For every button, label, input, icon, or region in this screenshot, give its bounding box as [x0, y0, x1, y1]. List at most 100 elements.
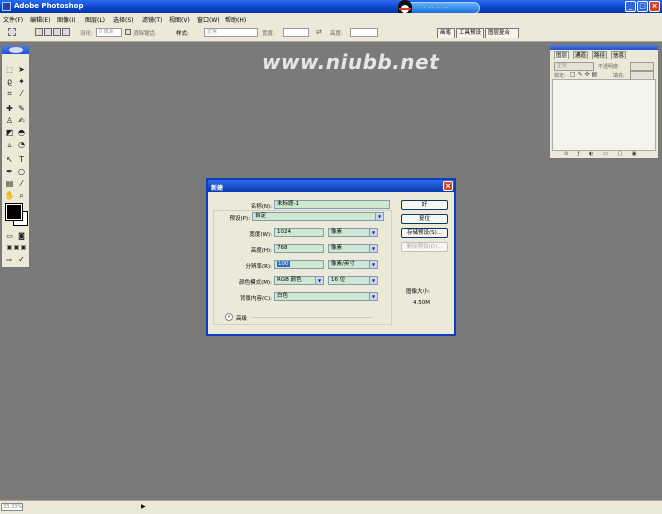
well-tab-brushes[interactable]: 画笔 — [437, 28, 455, 38]
marquee-icon[interactable]: ⬚ — [4, 65, 15, 75]
new-selection-icon[interactable] — [35, 28, 43, 36]
style-label: 样式: — [176, 31, 189, 37]
options-bar: 羽化: 0 像素 消除锯齿 样式: 正常 宽度: ⇄ 高度: 画笔 工具预设 图… — [0, 24, 662, 42]
ok-button[interactable]: 好 — [401, 200, 448, 210]
watermark-text: www.niubb.net — [262, 50, 440, 74]
minimize-button[interactable]: _ — [625, 1, 636, 12]
screen-mode-full-icon[interactable]: ▣ — [18, 243, 29, 253]
app-title-bar: Adobe Photoshop _ □ × — [0, 0, 662, 13]
resolution-label: 分辨率(R): — [245, 264, 272, 270]
crop-icon[interactable]: ⌗ — [4, 89, 15, 99]
name-input[interactable]: 未标题-1 — [274, 200, 390, 209]
color-mode-label: 颜色模式(M): — [239, 280, 272, 286]
save-preset-button[interactable]: 存储预设(S)... — [401, 228, 448, 238]
height-input[interactable] — [350, 28, 378, 37]
advanced-expand-icon[interactable]: » — [225, 313, 233, 321]
healing-brush-icon[interactable]: ✚ — [4, 104, 15, 114]
resolution-input[interactable]: 100 — [274, 260, 324, 269]
tab-paths[interactable]: 路径 — [592, 51, 608, 59]
blur-icon[interactable]: ▵ — [4, 140, 15, 150]
lock-icons[interactable]: □ ✎ ✣ ▤ — [570, 71, 597, 78]
type-icon[interactable]: T — [16, 155, 27, 165]
toolbox: ⬚ ➤ ϱ ✦ ⌗ ⁄ ✚ ✎ ♙ ✍ ◩ ◓ ▵ ◔ ↖ T ✒ ○ ▤ ⁄ … — [1, 45, 30, 268]
height-input[interactable]: 768 — [274, 244, 324, 253]
dodge-icon[interactable]: ◔ — [16, 140, 27, 150]
width-unit-select[interactable]: 像素 ▼ — [328, 228, 378, 237]
shape-icon[interactable]: ○ — [16, 167, 27, 177]
eyedropper-icon[interactable]: ⁄ — [16, 179, 27, 189]
marquee-tool-preset-icon[interactable] — [8, 28, 16, 36]
well-tab-layer-comps[interactable]: 图层复合 — [485, 28, 519, 38]
layer-action-icons[interactable]: ⊙ ƒ ◐ ▭ ▢ ▣ — [564, 151, 640, 157]
history-brush-icon[interactable]: ✍ — [16, 116, 27, 126]
app-title: Adobe Photoshop — [14, 2, 84, 10]
menu-edit[interactable]: 编辑(E) — [30, 15, 50, 24]
bit-depth-select[interactable]: 16 位 ▼ — [328, 276, 378, 285]
toolbox-header[interactable] — [2, 46, 29, 54]
layers-panel-header[interactable] — [550, 45, 658, 50]
foreground-color-swatch[interactable] — [6, 204, 22, 220]
quick-mask-icon[interactable]: ◙ — [16, 231, 27, 241]
menu-view[interactable]: 视图(V) — [169, 15, 190, 24]
opacity-input[interactable] — [630, 62, 654, 71]
height-label: 高度(H): — [250, 248, 272, 254]
menu-file[interactable]: 文件(F) — [3, 15, 23, 24]
lock-label: 锁定: — [554, 73, 566, 79]
lasso-icon[interactable]: ϱ — [4, 77, 15, 87]
zoom-icon[interactable]: ⌕ — [16, 191, 27, 201]
menu-help[interactable]: 帮助(H) — [225, 15, 246, 24]
status-menu-arrow-icon[interactable]: ▶ — [141, 503, 146, 510]
subtract-selection-icon[interactable] — [53, 28, 61, 36]
color-mode-select[interactable]: RGB 颜色 ▼ — [274, 276, 324, 285]
image-size-value: 4.50M — [413, 300, 430, 306]
width-label: 宽度: — [262, 31, 275, 37]
well-tab-tool-presets[interactable]: 工具预设 — [456, 28, 484, 38]
jump-to-imageready-icon[interactable]: ⇨ — [4, 255, 15, 265]
background-contents-select[interactable]: 白色 ▼ — [274, 292, 378, 301]
width-input[interactable] — [283, 28, 309, 37]
menu-select[interactable]: 选择(S) — [113, 15, 134, 24]
slice-icon[interactable]: ⁄ — [16, 89, 27, 99]
hand-icon[interactable]: ✋ — [4, 191, 15, 201]
tab-layers[interactable]: 图层 — [554, 51, 570, 59]
resolution-unit-select[interactable]: 像素/英寸 ▼ — [328, 260, 378, 269]
height-unit-select[interactable]: 像素 ▼ — [328, 244, 378, 253]
preset-select[interactable]: 自定 ▼ — [252, 212, 384, 221]
dialog-close-icon[interactable]: × — [443, 181, 453, 191]
tab-channels[interactable]: 通道 — [573, 51, 589, 59]
tab-info[interactable]: 信息 — [611, 51, 627, 59]
checkmark-icon[interactable]: ✓ — [16, 255, 27, 265]
style-select[interactable]: 正常 — [204, 28, 258, 37]
feather-input[interactable]: 0 像素 — [96, 28, 122, 37]
reset-button[interactable]: 复位 — [401, 214, 448, 224]
swap-icon[interactable]: ⇄ — [316, 28, 322, 36]
menu-filter[interactable]: 滤镜(T) — [142, 15, 162, 24]
brush-icon[interactable]: ✎ — [16, 104, 27, 114]
move-icon[interactable]: ➤ — [16, 65, 27, 75]
status-bar: 33.33% ▶ — [0, 500, 662, 514]
standard-mode-icon[interactable]: ▭ — [4, 231, 15, 241]
dialog-title-bar[interactable]: 新建 × — [208, 180, 454, 192]
add-selection-icon[interactable] — [44, 28, 52, 36]
eraser-icon[interactable]: ◩ — [4, 128, 15, 138]
clone-stamp-icon[interactable]: ♙ — [4, 116, 15, 126]
pen-icon[interactable]: ✒ — [4, 167, 15, 177]
qq-toolbar-buttons: ·· ·· ·· ·· — [421, 5, 450, 11]
menu-window[interactable]: 窗口(W) — [197, 15, 220, 24]
layers-list[interactable] — [552, 79, 656, 151]
paint-bucket-icon[interactable]: ◓ — [16, 128, 27, 138]
zoom-level-field[interactable]: 33.33% — [1, 503, 23, 511]
background-contents-label: 背景内容(C): — [240, 296, 272, 302]
menu-layer[interactable]: 图层(L) — [85, 15, 105, 24]
intersect-selection-icon[interactable] — [62, 28, 70, 36]
menu-image[interactable]: 图像(I) — [57, 15, 75, 24]
blend-mode-select[interactable]: 正常 — [554, 62, 594, 71]
notes-icon[interactable]: ▤ — [4, 179, 15, 189]
antialias-checkbox[interactable] — [125, 29, 131, 35]
close-button[interactable]: × — [649, 1, 660, 12]
path-select-icon[interactable]: ↖ — [4, 155, 15, 165]
maximize-button[interactable]: □ — [637, 1, 648, 12]
width-input[interactable]: 1024 — [274, 228, 324, 237]
magic-wand-icon[interactable]: ✦ — [16, 77, 27, 87]
delete-preset-button[interactable]: 删除预设(D)... — [401, 242, 448, 252]
